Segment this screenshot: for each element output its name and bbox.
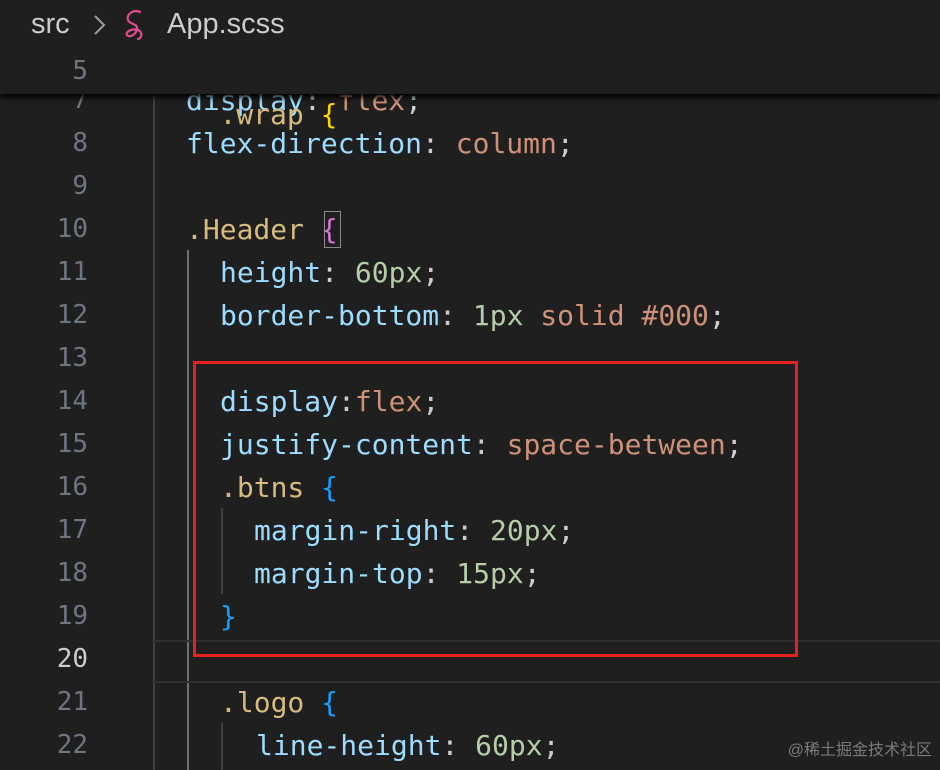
value-token: flex	[337, 94, 406, 117]
code-line[interactable]: 8 flex-direction: column;	[0, 122, 940, 165]
brace-token: {	[321, 686, 339, 719]
code-line[interactable]: 7 display: flex;	[0, 94, 940, 122]
line-number: 7	[72, 94, 88, 115]
line-number: 17	[56, 515, 88, 545]
selector-token: .Header	[186, 213, 305, 246]
selector-token: .logo	[220, 686, 305, 719]
bracket-match-box	[324, 211, 341, 248]
semicolon-token: ;	[556, 127, 574, 160]
code-line[interactable]: 9	[0, 165, 940, 208]
value-token: column	[455, 127, 557, 160]
breadcrumb-file[interactable]: App.scss	[167, 8, 285, 41]
line-number: 12	[56, 300, 88, 330]
line-number: 21	[56, 687, 88, 717]
line-number: 19	[56, 601, 88, 631]
semicolon-token: ;	[708, 299, 726, 332]
watermark: @稀土掘金技术社区	[787, 742, 932, 759]
number-token: 60px	[354, 256, 423, 289]
line-number: 18	[56, 558, 88, 588]
code-line[interactable]: 12 border-bottom: 1px solid #000;	[0, 294, 940, 337]
number-token: 60px	[475, 729, 543, 762]
colon-token: :	[441, 729, 476, 762]
line-number: 22	[56, 730, 88, 760]
line-number: 11	[56, 257, 88, 287]
breadcrumb-folder[interactable]: src	[31, 8, 70, 41]
line-number: 9	[72, 171, 88, 201]
property-token: height	[220, 256, 322, 289]
line-number: 15	[56, 429, 88, 459]
line-number: 20	[56, 644, 88, 674]
line-number: 10	[56, 214, 88, 244]
line-number: 5	[72, 56, 88, 86]
chevron-right-icon	[94, 15, 106, 35]
semicolon-token: ;	[542, 729, 560, 762]
colon-token: :	[422, 127, 456, 160]
semicolon-token: ;	[405, 94, 423, 117]
code-line[interactable]: 11 height: 60px;	[0, 251, 940, 294]
value-token: solid #000	[523, 299, 709, 332]
line-number: 14	[56, 386, 88, 416]
annotation-highlight-box	[193, 361, 798, 657]
colon-token: :	[439, 299, 473, 332]
line-number: 8	[72, 128, 88, 158]
code-line[interactable]: 10 .Header {	[0, 208, 940, 251]
breadcrumb: src App.scss	[0, 0, 940, 50]
brace-token: {	[320, 98, 338, 131]
colon-token: :	[321, 256, 355, 289]
code-line[interactable]: 21 .logo {	[0, 681, 940, 724]
sass-file-icon	[125, 10, 143, 41]
sticky-scroll-header[interactable]: 5 .wrap {	[0, 50, 940, 131]
line-number: 13	[56, 343, 88, 373]
property-token: border-bottom	[220, 299, 440, 332]
selector-token: .wrap	[219, 98, 304, 131]
line-number: 16	[56, 472, 88, 502]
property-token: line-height	[256, 729, 442, 762]
semicolon-token: ;	[422, 256, 440, 289]
number-token: 1px	[472, 299, 524, 332]
